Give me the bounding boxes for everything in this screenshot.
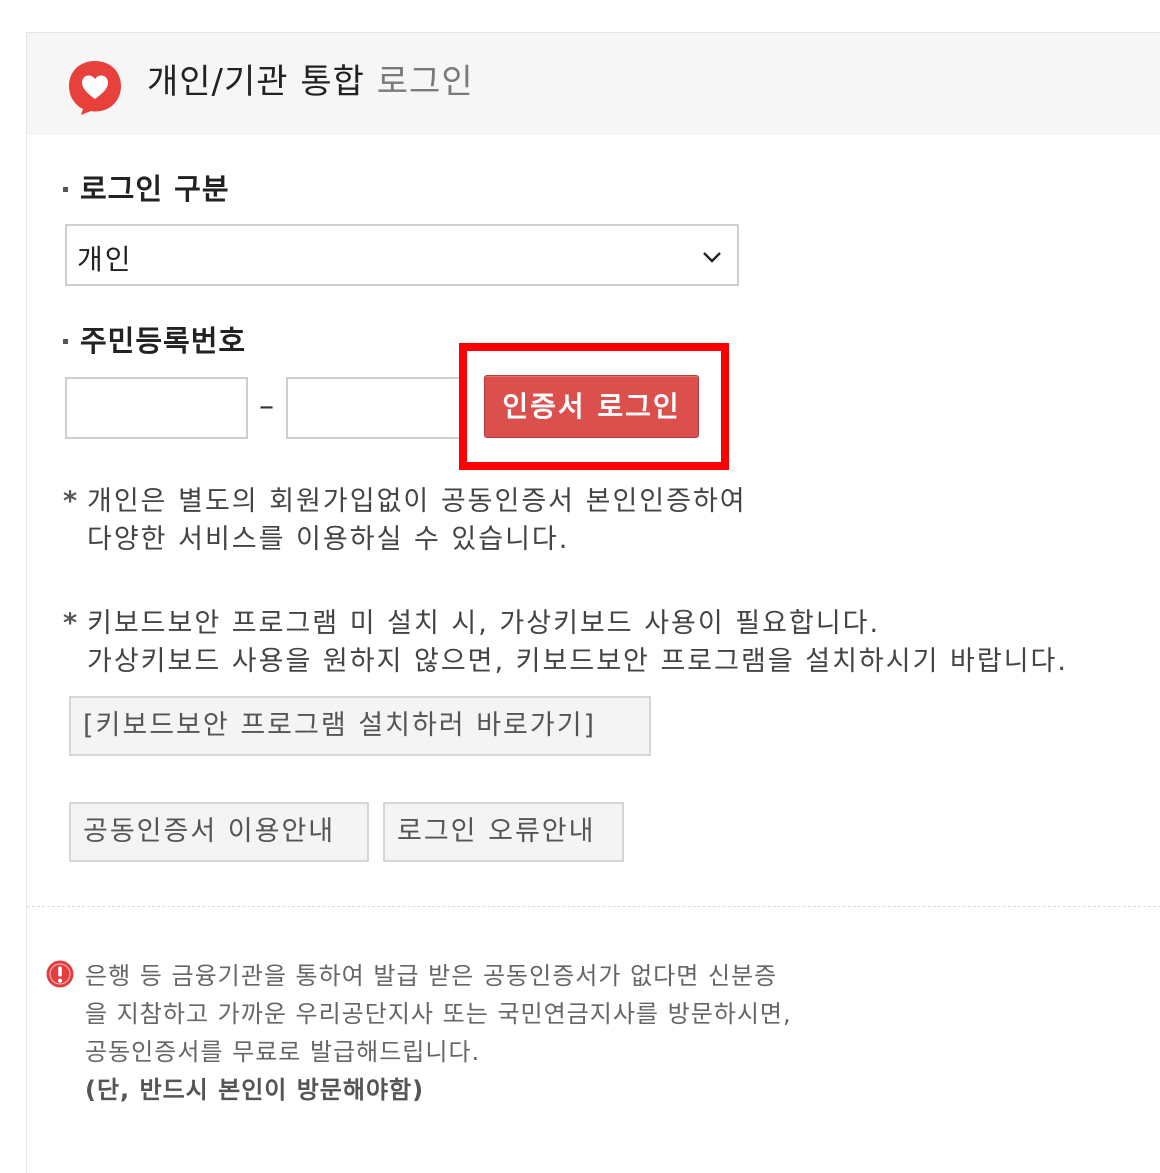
info-line4: (단, 반드시 본인이 방문해야함) <box>85 1076 425 1104</box>
info-text: 은행 등 금융기관을 통하여 발급 받은 공동인증서가 없다면 신분증 을 지참… <box>85 957 792 1109</box>
bullet-marker <box>63 186 68 192</box>
keyboard-install-button[interactable]: [키보드보안 프로그램 설치하러 바로가기] <box>69 696 651 756</box>
bullet-marker <box>63 338 68 344</box>
exclamation-circle-icon <box>46 960 74 988</box>
resident-number-label: 주민등록번호 <box>63 323 246 359</box>
note-personal: * 개인은 별도의 회원가입없이 공동인증서 본인인증하여 다양한 서비스를 이용… <box>63 483 747 559</box>
page-title-main: 개인/기관 통합 <box>147 62 365 102</box>
note-star: * <box>63 486 80 517</box>
info-line2: 을 지참하고 가까운 우리공단지사 또는 국민연금지사를 방문하시면, <box>85 1000 792 1028</box>
page-title-sub: 로그인 <box>376 62 474 102</box>
login-type-select[interactable]: 개인 <box>65 224 739 286</box>
info-line1: 은행 등 금융기관을 통하여 발급 받은 공동인증서가 없다면 신분증 <box>85 962 778 990</box>
note-personal-line2: 다양한 서비스를 이용하실 수 있습니다. <box>87 524 570 555</box>
note-keyboard: * 키보드보안 프로그램 미 설치 시, 가상키보드 사용이 필요합니다. 가상키… <box>63 605 1068 681</box>
resident-number-label-text: 주민등록번호 <box>80 324 247 358</box>
login-panel: 개인/기관 통합 로그인 로그인 구분 개인 주민등록번호 – 인증서 로그인 … <box>26 32 1160 1173</box>
login-type-label-text: 로그인 구분 <box>80 172 230 206</box>
cert-login-button[interactable]: 인증서 로그인 <box>484 375 699 438</box>
note-keyboard-line1: 키보드보안 프로그램 미 설치 시, 가상키보드 사용이 필요합니다. <box>87 608 881 639</box>
section-divider <box>27 906 1160 907</box>
page-title: 개인/기관 통합 로그인 <box>147 59 474 105</box>
resident-number-second-input[interactable] <box>286 377 466 439</box>
login-type-label: 로그인 구분 <box>63 171 230 207</box>
chevron-down-icon <box>703 252 721 263</box>
resident-number-first-input[interactable] <box>65 377 248 439</box>
cert-guide-button[interactable]: 공동인증서 이용안내 <box>69 802 369 862</box>
note-keyboard-line2: 가상키보드 사용을 원하지 않으면, 키보드보안 프로그램을 설치하시기 바랍니… <box>87 646 1068 677</box>
info-line3: 공동인증서를 무료로 발급해드립니다. <box>85 1038 481 1066</box>
note-personal-line1: 개인은 별도의 회원가입없이 공동인증서 본인인증하여 <box>87 486 747 517</box>
login-type-selected-value: 개인 <box>77 243 133 276</box>
note-star: * <box>63 608 80 639</box>
resident-number-separator: – <box>259 389 274 424</box>
heart-speech-bubble-icon <box>69 61 121 115</box>
login-header: 개인/기관 통합 로그인 <box>27 33 1160 135</box>
login-error-guide-button[interactable]: 로그인 오류안내 <box>383 802 624 862</box>
